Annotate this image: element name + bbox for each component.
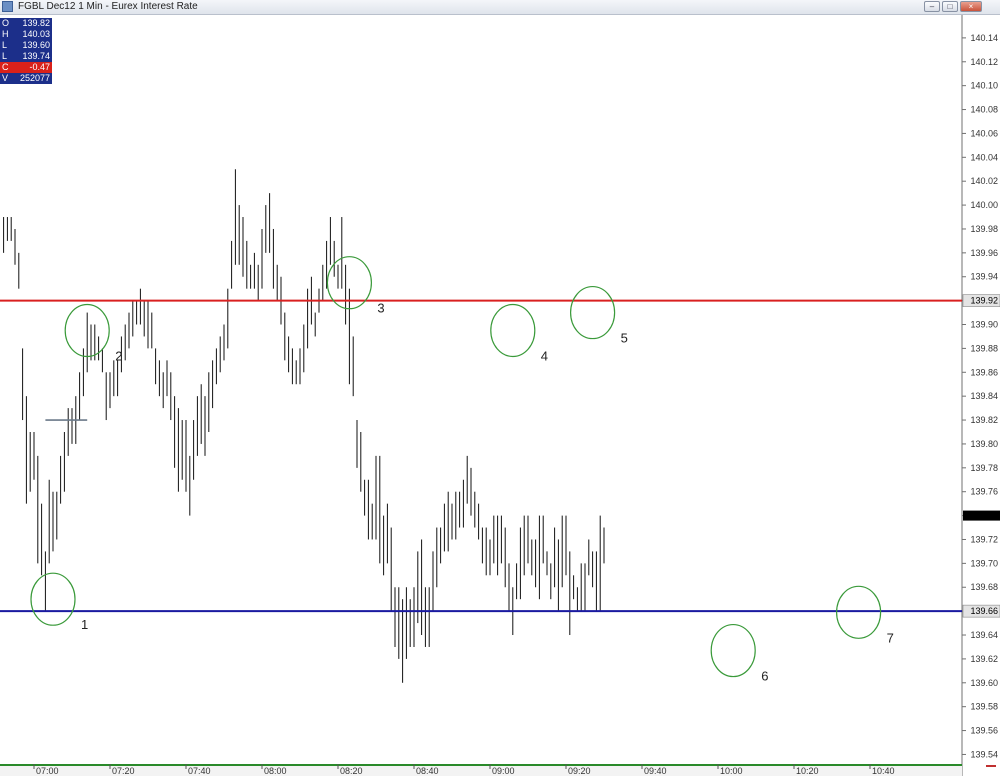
annotation-label: 5 [621,331,628,346]
y-tick-label: 140.08 [970,105,998,115]
y-tick-label: 139.60 [970,678,998,688]
y-tick-label: 139.98 [970,224,998,234]
annotation-circle [30,572,76,626]
x-tick-label: 08:00 [264,766,287,776]
ohlc-summary: O 139.82 H 140.03 L 139.60 L 139.74 C -0.47 V… [0,18,52,84]
y-tick-label: 139.58 [970,702,998,712]
y-tick-label: 140.10 [970,81,998,91]
y-tick-label: 139.82 [970,415,998,425]
x-tick-label: 07:00 [36,766,59,776]
ohlc-high: H 140.03 [2,29,50,39]
ohlc-change: C -0.47 [0,62,52,73]
y-tick-label: 139.70 [970,558,998,568]
annotation-label: 4 [541,348,548,363]
y-tick-label: 139.76 [970,487,998,497]
annotation-label: 1 [81,617,88,632]
x-tick-label: 09:40 [644,766,667,776]
y-tick-label: 140.14 [970,33,998,43]
window-title: FGBL Dec12 1 Min - Eurex Interest Rate [18,1,198,12]
y-tick-label: 139.86 [970,367,998,377]
ohlc-volume: V 252077 [2,73,50,83]
x-tick-label: 08:40 [416,766,439,776]
window-titlebar: FGBL Dec12 1 Min - Eurex Interest Rate –… [0,0,1000,15]
ohlc-last: L 139.74 [2,51,50,61]
x-tick-label: 07:20 [112,766,135,776]
current-price-marker [963,510,1000,521]
x-tick-label: 10:00 [720,766,743,776]
y-tick-label: 139.64 [970,630,998,640]
resistance-price-label: 139.92 [970,296,998,306]
y-tick-label: 139.84 [970,391,998,401]
support-price-label: 139.66 [970,606,998,616]
y-tick-label: 139.54 [970,749,998,759]
y-tick-label: 140.02 [970,176,998,186]
price-chart[interactable]: 140.14 140.12 140.10 140.08 140.06 140.04 140.… [0,0,1000,776]
x-tick-label: 08:20 [340,766,363,776]
annotation-label: 7 [887,630,894,645]
y-tick-label: 139.88 [970,343,998,353]
y-tick-label: 139.68 [970,582,998,592]
y-tick-label: 140.04 [970,152,998,162]
y-tick-label: 139.80 [970,439,998,449]
x-tick-label: 07:40 [188,766,211,776]
x-tick-label: 09:20 [568,766,591,776]
y-tick-label: 139.56 [970,726,998,736]
y-tick-label: 140.00 [970,200,998,210]
annotation-label: 6 [761,669,768,684]
annotation-circle [490,303,536,358]
y-tick-label: 139.72 [970,534,998,544]
x-tick-label: 09:00 [492,766,515,776]
annotation-circle [569,285,616,340]
ohlc-low: L 139.60 [2,40,50,50]
ohlc-open: O 139.82 [2,18,50,28]
annotation-label: 3 [377,301,384,316]
minimize-icon[interactable]: – [924,1,940,12]
x-tick-label: 10:20 [796,766,819,776]
x-tick-label: 10:40 [872,766,895,776]
y-tick-label: 139.96 [970,248,998,258]
y-tick-label: 139.90 [970,320,998,330]
y-tick-label: 140.12 [970,57,998,67]
close-icon[interactable]: × [960,1,982,12]
annotation-circle [835,585,882,639]
maximize-icon[interactable]: □ [942,1,958,12]
app-icon [2,1,13,12]
y-tick-label: 139.62 [970,654,998,664]
annotation-circle [710,623,756,678]
y-tick-label: 140.06 [970,128,998,138]
y-tick-label: 139.78 [970,463,998,473]
y-tick-label: 139.94 [970,272,998,282]
annotation-label: 2 [115,348,122,363]
